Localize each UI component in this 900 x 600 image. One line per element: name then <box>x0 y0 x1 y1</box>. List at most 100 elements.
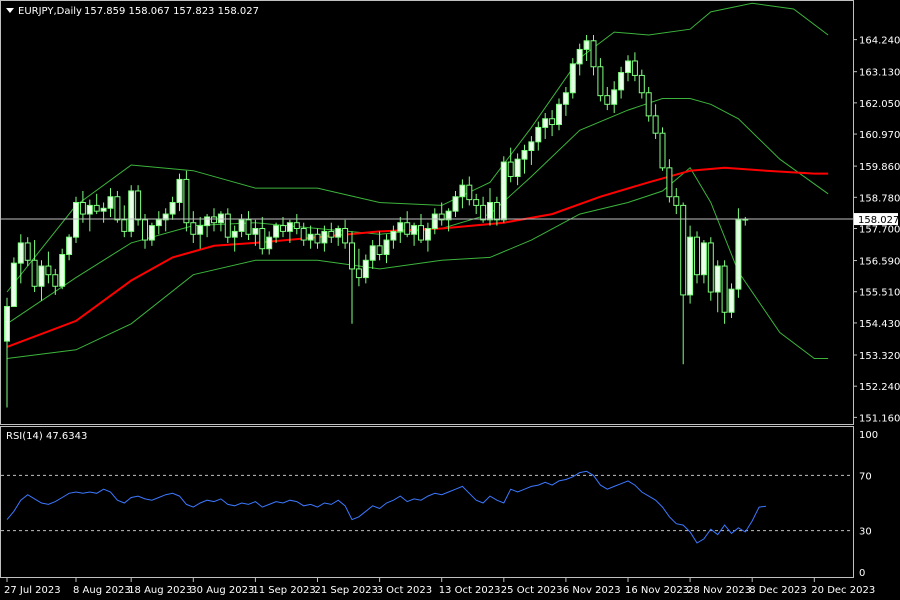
candle <box>500 156 507 223</box>
candle-body <box>4 305 10 342</box>
rsi-tick-label: 100 <box>859 430 878 441</box>
candle-body <box>576 48 583 65</box>
candle-body <box>224 213 231 238</box>
price-tick-label: 160.970 <box>859 130 900 141</box>
candle-body <box>73 202 79 238</box>
candle-body <box>190 222 197 235</box>
candle-body <box>148 225 155 241</box>
candle-body <box>500 161 507 221</box>
candle-body <box>459 184 466 198</box>
candle-body <box>197 225 204 235</box>
candle-body <box>645 92 652 117</box>
candle-body <box>245 219 252 235</box>
candle-body <box>528 141 535 152</box>
candle-body <box>390 230 397 241</box>
candle-body <box>735 219 742 290</box>
candle <box>707 237 714 301</box>
candle-body <box>397 222 404 232</box>
candle-body <box>369 245 376 261</box>
current-price-label: 158.027 <box>858 215 899 226</box>
candle <box>687 225 694 304</box>
candle-body <box>86 204 93 215</box>
candle <box>128 185 135 238</box>
candle-body <box>631 60 638 76</box>
candle-body <box>79 202 86 215</box>
candle-body <box>487 202 493 221</box>
candle-body <box>280 225 286 232</box>
candle-body <box>687 236 694 296</box>
price-tick-label: 158.780 <box>859 193 900 204</box>
candle-body <box>507 161 514 178</box>
candle-body <box>714 265 721 293</box>
candle-body <box>694 236 700 276</box>
candle <box>10 257 17 307</box>
price-tick-label: 154.430 <box>859 319 900 330</box>
candle-body <box>252 227 259 235</box>
candle-body <box>93 204 100 212</box>
ohlc-values: 157.859 158.067 157.823 158.027 <box>84 6 259 17</box>
candle-body <box>155 219 162 227</box>
rsi-tick-label: 0 <box>859 568 865 579</box>
candle-body <box>473 199 480 206</box>
candle-body <box>169 202 176 215</box>
candle-body <box>618 72 625 91</box>
price-tick-label: 153.320 <box>859 351 900 362</box>
candle-body <box>673 196 680 206</box>
price-tick-label: 159.860 <box>859 162 900 173</box>
candle-body <box>466 184 473 201</box>
candle <box>569 58 576 99</box>
candle-body <box>383 239 390 255</box>
price-tick-label: 152.240 <box>859 382 900 393</box>
candle-body <box>121 219 128 232</box>
main-panel[interactable]: 164.240 163.130 162.050 160.970 159.860 158.7… <box>0 0 900 425</box>
candle-body <box>135 190 142 221</box>
rsi-title: RSI(14) 47.6343 <box>6 431 87 442</box>
candle-body <box>411 225 418 235</box>
candle-body <box>659 132 666 169</box>
price-tick-label: 156.590 <box>859 257 900 268</box>
candle-body <box>542 118 549 128</box>
candle-body <box>707 242 714 293</box>
candle-body <box>418 225 424 241</box>
rsi-panel-frame <box>0 426 854 578</box>
candle-body <box>114 196 121 221</box>
date-tick-label: 8 Dec 2023 <box>749 585 807 596</box>
candle-body <box>211 216 217 224</box>
candle-body <box>231 230 238 238</box>
candle-body <box>204 216 211 227</box>
price-tick-label: 151.160 <box>859 413 900 424</box>
date-tick-label: 30 Aug 2023 <box>190 585 254 596</box>
price-tick-label: 162.050 <box>859 99 900 110</box>
price-tick-label: 163.130 <box>859 68 900 79</box>
rsi-tick-label: 70 <box>859 471 872 482</box>
candle-body <box>431 213 438 229</box>
rsi-panel[interactable]: 100 70 30 0 RSI(14) 47.6343 <box>0 426 879 580</box>
candle-body <box>700 242 707 276</box>
candle-body <box>562 92 569 105</box>
candle-body <box>355 268 362 279</box>
candle-body <box>652 115 659 134</box>
candle-body <box>480 204 487 221</box>
candle-body <box>362 259 369 279</box>
price-tick-label: 155.510 <box>859 288 900 299</box>
candle-body <box>128 190 135 232</box>
candle-body <box>38 265 45 287</box>
candle-body <box>52 274 59 287</box>
candle-body <box>259 227 266 250</box>
candle-body <box>424 227 431 241</box>
candle-body <box>273 225 280 238</box>
candle-body <box>549 118 556 126</box>
date-tick-label: 16 Nov 2023 <box>625 585 689 596</box>
candle <box>183 170 190 232</box>
candle-body <box>335 227 342 238</box>
candle-body <box>404 222 411 235</box>
candle-body <box>24 242 31 261</box>
date-tick-label: 27 Jul 2023 <box>4 585 61 596</box>
candle-body <box>17 242 24 264</box>
date-tick-label: 21 Sep 2023 <box>315 585 378 596</box>
candle-body <box>307 233 314 241</box>
candle-body <box>514 158 521 178</box>
candle-body <box>604 95 611 105</box>
candle-body <box>556 103 562 126</box>
date-tick-label: 28 Nov 2023 <box>687 585 751 596</box>
